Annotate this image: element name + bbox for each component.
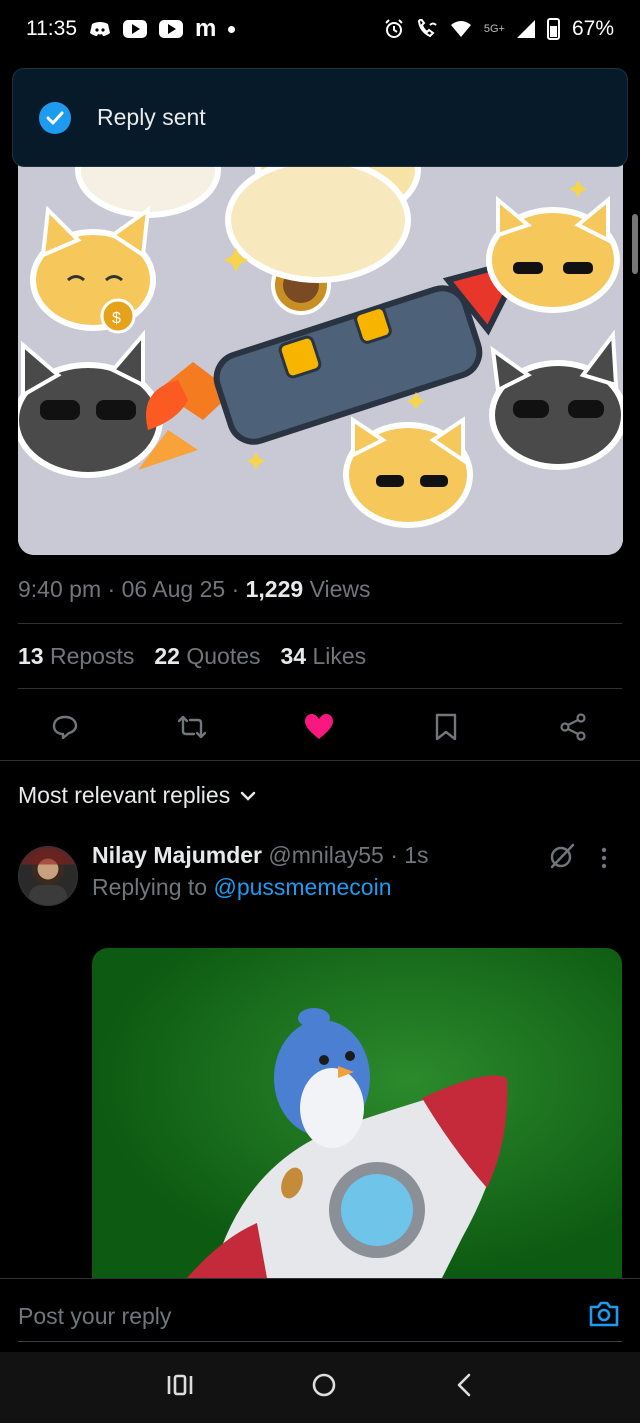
camera-button[interactable] — [588, 1299, 620, 1334]
android-nav-bar — [0, 1352, 640, 1423]
toast-message: Reply sent — [97, 104, 206, 130]
avatar[interactable] — [18, 846, 78, 906]
status-left: 11:35 m — [26, 15, 236, 43]
tweet-date: 06 Aug 25 — [121, 576, 226, 602]
battery-icon — [546, 18, 560, 40]
tweet-image[interactable]: $ — [18, 130, 623, 555]
reply-sort-label: Most relevant replies — [18, 782, 231, 808]
clock: 11:35 — [26, 17, 77, 40]
bookmark-icon — [435, 713, 457, 741]
tweet-meta: 9:40 pm · 06 Aug 25 · 1,229 Views — [18, 576, 371, 602]
heart-filled-icon — [305, 714, 333, 739]
reply-media[interactable] — [92, 948, 622, 1278]
discord-icon — [89, 21, 111, 37]
scrollbar-thumb[interactable] — [632, 214, 638, 274]
tweet-actions — [0, 700, 640, 754]
repost-button[interactable] — [175, 710, 209, 744]
divider — [0, 760, 640, 761]
grok-icon[interactable] — [548, 842, 576, 875]
input-underline — [18, 1341, 622, 1342]
chevron-down-icon — [241, 791, 256, 801]
more-options-icon[interactable] — [600, 846, 608, 875]
reply-author-name[interactable]: Nilay Majumder — [92, 842, 262, 868]
svg-text:$: $ — [112, 310, 121, 327]
replying-to-handle[interactable]: @pussmemecoin — [213, 874, 391, 900]
compose-bar: Post your reply — [0, 1278, 640, 1352]
divider — [18, 623, 622, 624]
wifi-call-icon — [416, 19, 438, 39]
check-circle-icon — [39, 101, 71, 134]
back-icon — [457, 1373, 471, 1397]
reply-age: 1s — [404, 842, 429, 868]
tweet-stats: 13 Reposts 22 Quotes 34 Likes — [18, 643, 366, 670]
signal-icon — [516, 20, 535, 38]
battery-level: 67% — [571, 17, 614, 40]
alarm-icon — [384, 19, 404, 39]
reply-sort-dropdown[interactable]: Most relevant replies — [18, 782, 256, 809]
recent-apps-icon — [167, 1374, 193, 1396]
wifi-icon — [450, 20, 472, 38]
repost-icon — [177, 715, 207, 739]
reply-author-handle[interactable]: @mnilay55 — [268, 842, 383, 868]
home-button[interactable] — [311, 1372, 337, 1403]
status-bar: 11:35 m 5G+ 67% — [0, 0, 640, 58]
more-notifications-dot — [228, 25, 236, 33]
quotes-stat[interactable]: 22 Quotes — [154, 643, 260, 670]
views-label[interactable]: Views — [310, 576, 371, 602]
reposts-stat[interactable]: 13 Reposts — [18, 643, 134, 670]
share-button[interactable] — [556, 710, 590, 744]
youtube-icon — [159, 20, 183, 38]
views-count: 1,229 — [245, 576, 304, 602]
youtube-icon — [123, 20, 147, 38]
reply-input[interactable]: Post your reply — [18, 1303, 171, 1330]
reply-header: Nilay Majumder @mnilay55 · 1s — [92, 842, 429, 868]
bookmark-button[interactable] — [429, 710, 463, 744]
like-button[interactable] — [302, 710, 336, 744]
recent-apps-button[interactable] — [167, 1374, 193, 1401]
reply-sent-toast: Reply sent — [12, 68, 628, 167]
reply-icon — [52, 715, 78, 740]
status-right: 5G+ 67% — [384, 17, 614, 41]
replying-to: Replying to @pussmemecoin — [92, 874, 392, 900]
reply-button[interactable] — [48, 710, 82, 744]
camera-icon — [589, 1301, 619, 1327]
network-type: 5G+ — [483, 23, 505, 35]
share-icon — [560, 713, 586, 741]
tweet-time: 9:40 pm — [18, 576, 102, 602]
home-icon — [312, 1373, 336, 1397]
back-button[interactable] — [455, 1373, 473, 1402]
m-notification-icon: m — [195, 15, 217, 42]
divider — [18, 688, 622, 689]
likes-stat[interactable]: 34 Likes — [281, 643, 367, 670]
